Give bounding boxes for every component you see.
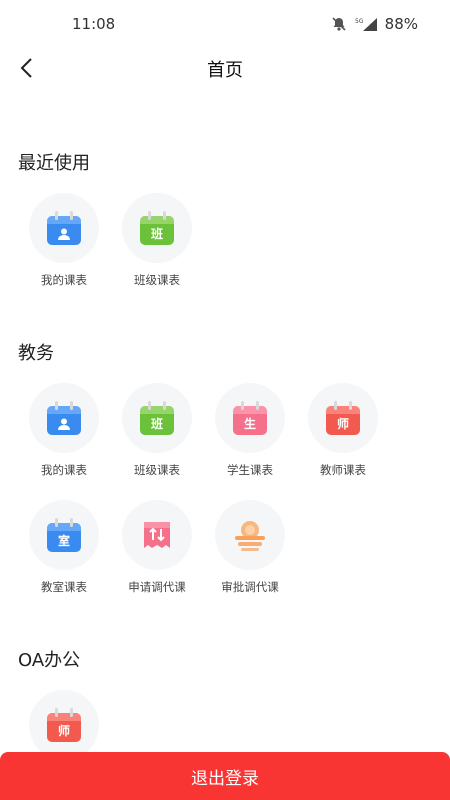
icon-circle: 班 <box>122 193 192 263</box>
grid-item-teacher-schedule[interactable]: 师 教师课表 <box>298 383 388 483</box>
icon-circle <box>29 193 99 263</box>
grid-item-apply-substitute[interactable]: 申请调代课 <box>112 500 202 600</box>
nav-bar: 首页 <box>0 48 450 88</box>
grid-item-my-schedule[interactable]: 我的课表 <box>19 193 109 293</box>
icon-glyph: 师 <box>57 724 70 738</box>
logout-button[interactable]: 退出登录 <box>0 752 450 800</box>
network-type-label: 5G <box>355 18 364 25</box>
battery-level: 88% <box>384 15 418 33</box>
item-label: 班级课表 <box>134 463 180 477</box>
icon-circle <box>29 383 99 453</box>
grid-item-approve-substitute[interactable]: 审批调代课 <box>205 500 295 600</box>
item-label: 申请调代课 <box>128 580 186 594</box>
teacher-calendar-icon: 师 <box>47 708 81 742</box>
section-title-oa: OA办公 <box>18 650 81 671</box>
section-title-recent: 最近使用 <box>18 153 90 174</box>
icon-circle: 生 <box>215 383 285 453</box>
icon-circle: 班 <box>122 383 192 453</box>
signal-icon: 5G <box>353 16 379 32</box>
status-time: 11:08 <box>72 15 116 33</box>
icon-glyph: 室 <box>57 534 70 548</box>
mute-icon <box>331 16 347 32</box>
icon-circle: 室 <box>29 500 99 570</box>
icon-circle: 师 <box>29 690 99 760</box>
grid-item-my-schedule[interactable]: 我的课表 <box>19 383 109 483</box>
status-icons: 5G 88% <box>331 15 418 33</box>
class-calendar-icon: 班 <box>140 211 174 245</box>
icon-glyph: 生 <box>243 417 256 431</box>
swap-request-icon <box>144 522 170 548</box>
classroom-calendar-icon: 室 <box>47 518 81 552</box>
icon-circle <box>122 500 192 570</box>
item-label: 我的课表 <box>41 463 87 477</box>
item-label: 教师课表 <box>320 463 366 477</box>
person-calendar-icon <box>47 211 81 245</box>
person-calendar-icon <box>47 401 81 435</box>
grid-item-student-schedule[interactable]: 生 学生课表 <box>205 383 295 483</box>
page-title: 首页 <box>207 60 243 81</box>
class-calendar-icon: 班 <box>140 401 174 435</box>
icon-glyph: 班 <box>150 227 163 241</box>
grid-item-class-schedule[interactable]: 班 班级课表 <box>112 383 202 483</box>
teacher-calendar-icon: 师 <box>326 401 360 435</box>
section-title-academic: 教务 <box>18 343 54 364</box>
student-calendar-icon: 生 <box>233 401 267 435</box>
approval-scale-icon <box>235 521 265 551</box>
icon-circle <box>215 500 285 570</box>
item-label: 班级课表 <box>134 273 180 287</box>
grid-item-classroom-schedule[interactable]: 室 教室课表 <box>19 500 109 600</box>
item-label: 教室课表 <box>41 580 87 594</box>
icon-glyph: 师 <box>336 417 349 431</box>
item-label: 审批调代课 <box>221 580 279 594</box>
grid-item-class-schedule[interactable]: 班 班级课表 <box>112 193 202 293</box>
status-bar: 11:08 5G 88% <box>0 0 450 48</box>
icon-circle: 师 <box>308 383 378 453</box>
icon-glyph: 班 <box>150 417 163 431</box>
item-label: 我的课表 <box>41 273 87 287</box>
item-label: 学生课表 <box>227 463 273 477</box>
